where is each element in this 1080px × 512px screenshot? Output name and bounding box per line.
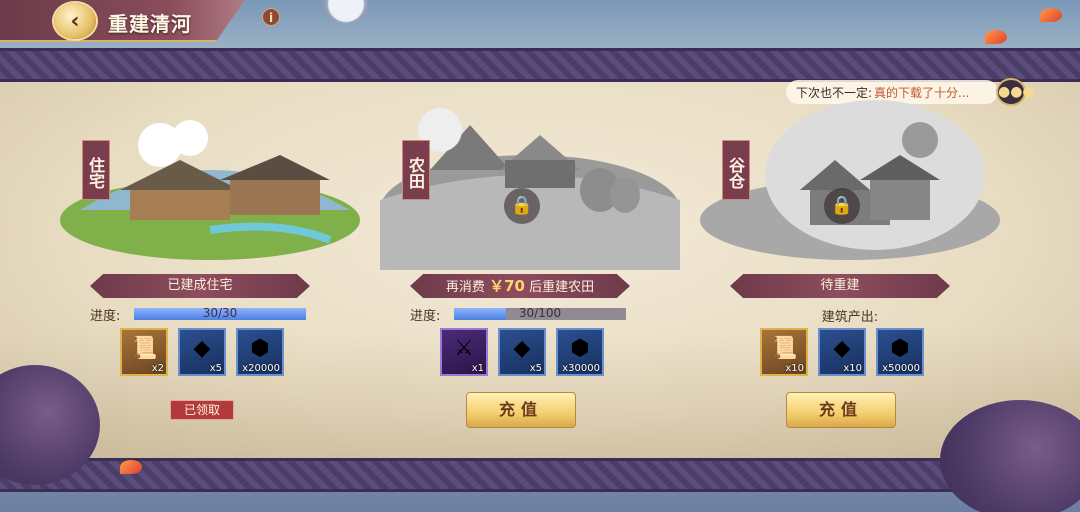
reward-list: 📜 x2 ◆ x5 ⬢ x20000: [120, 328, 284, 376]
progress-row: 进度: 30/100: [410, 306, 650, 324]
reward-item[interactable]: ⬢ x50000: [876, 328, 924, 376]
top-border-band: [0, 48, 1080, 82]
building-label: 住宅: [82, 140, 110, 200]
reward-item[interactable]: ⬢ x30000: [556, 328, 604, 376]
jade-icon: ◆: [833, 336, 851, 361]
reward-item[interactable]: ⬢ x20000: [236, 328, 284, 376]
reward-item[interactable]: ◆ x5: [498, 328, 546, 376]
building-label: 谷仓: [722, 140, 750, 200]
building-card-residence: 住宅 已建成住宅 进度: 30/30 📜 x2 ◆ x5 ⬢ x20000 已领取: [60, 100, 360, 440]
reward-item[interactable]: 📜 x2: [120, 328, 168, 376]
reward-item[interactable]: ◆ x10: [818, 328, 866, 376]
reward-count: x5: [209, 363, 222, 374]
building-card-farmland: 农田 🔒 再消费 ￥70 后重建农田 进度: 30/100 ⚔ x1 ◆ x5 ⬢ x…: [380, 100, 680, 440]
progress-label: 进度:: [90, 308, 121, 324]
progress-bar: 30/100: [454, 306, 626, 320]
chat-bubble-icon[interactable]: ●●●: [996, 78, 1035, 106]
reward-count: x30000: [562, 363, 600, 374]
reward-count: x50000: [882, 363, 920, 374]
jade-icon: ◆: [193, 336, 211, 361]
status-cost: ￥70: [489, 277, 525, 295]
reward-count: x2: [151, 363, 164, 374]
progress-bar: 30/30: [134, 306, 306, 320]
progress-row: 进度: 30/30: [90, 306, 330, 324]
bottom-border-band: [0, 458, 1080, 492]
building-label: 农田: [402, 140, 430, 200]
reward-count: x20000: [242, 363, 280, 374]
reward-item[interactable]: 📜 x10: [760, 328, 808, 376]
reward-count: x10: [785, 363, 804, 374]
silver-coin-icon: ⬢: [250, 336, 270, 361]
progress-text: 30/30: [202, 306, 238, 320]
jade-icon: ◆: [513, 336, 531, 361]
output-label: 建筑产出:: [821, 310, 879, 325]
reward-item[interactable]: ⚔ x1: [440, 328, 488, 376]
reward-item[interactable]: ◆ x5: [178, 328, 226, 376]
back-arrow-icon: ‹: [70, 8, 80, 34]
maple-leaf-icon: [120, 460, 142, 474]
silver-coin-icon: ⬢: [570, 336, 590, 361]
reward-list: ⚔ x1 ◆ x5 ⬢ x30000: [440, 328, 604, 376]
building-card-granary: 谷仓 🔒 待重建 建筑产出: 📜 x10 ◆ x10 ⬢ x50000 充值: [700, 100, 1000, 440]
recharge-button[interactable]: 充值: [786, 392, 896, 428]
reward-count: x10: [843, 363, 862, 374]
maple-leaf-icon: [985, 30, 1007, 44]
status-prefix: 再消费: [445, 280, 485, 295]
chat-message: 真的下载了十分...: [874, 85, 970, 100]
info-icon[interactable]: i: [262, 8, 280, 26]
maple-leaf-icon: [1040, 8, 1062, 22]
recharge-button[interactable]: 充值: [466, 392, 576, 428]
status-banner: 再消费 ￥70 后重建农田: [410, 274, 630, 298]
back-button[interactable]: ‹: [54, 3, 96, 39]
status-banner: 待重建: [730, 274, 950, 298]
status-banner: 已建成住宅: [90, 274, 310, 298]
reward-count: x1: [471, 363, 484, 374]
reward-count: x5: [529, 363, 542, 374]
progress-text: 30/100: [518, 306, 562, 320]
weapon-icon: ⚔: [454, 336, 474, 361]
lock-icon: 🔒: [504, 188, 540, 224]
page-title: 重建清河: [108, 12, 192, 36]
claimed-badge: 已领取: [170, 400, 234, 420]
lock-icon: 🔒: [824, 188, 860, 224]
progress-label: 进度:: [410, 308, 441, 324]
scroll-icon: 📜: [770, 336, 798, 361]
scroll-icon: 📜: [130, 336, 158, 361]
silver-coin-icon: ⬢: [890, 336, 910, 361]
reward-list: 📜 x10 ◆ x10 ⬢ x50000: [760, 328, 924, 376]
status-suffix: 后重建农田: [529, 280, 595, 295]
chat-user: 下次也不一定:: [796, 85, 873, 100]
